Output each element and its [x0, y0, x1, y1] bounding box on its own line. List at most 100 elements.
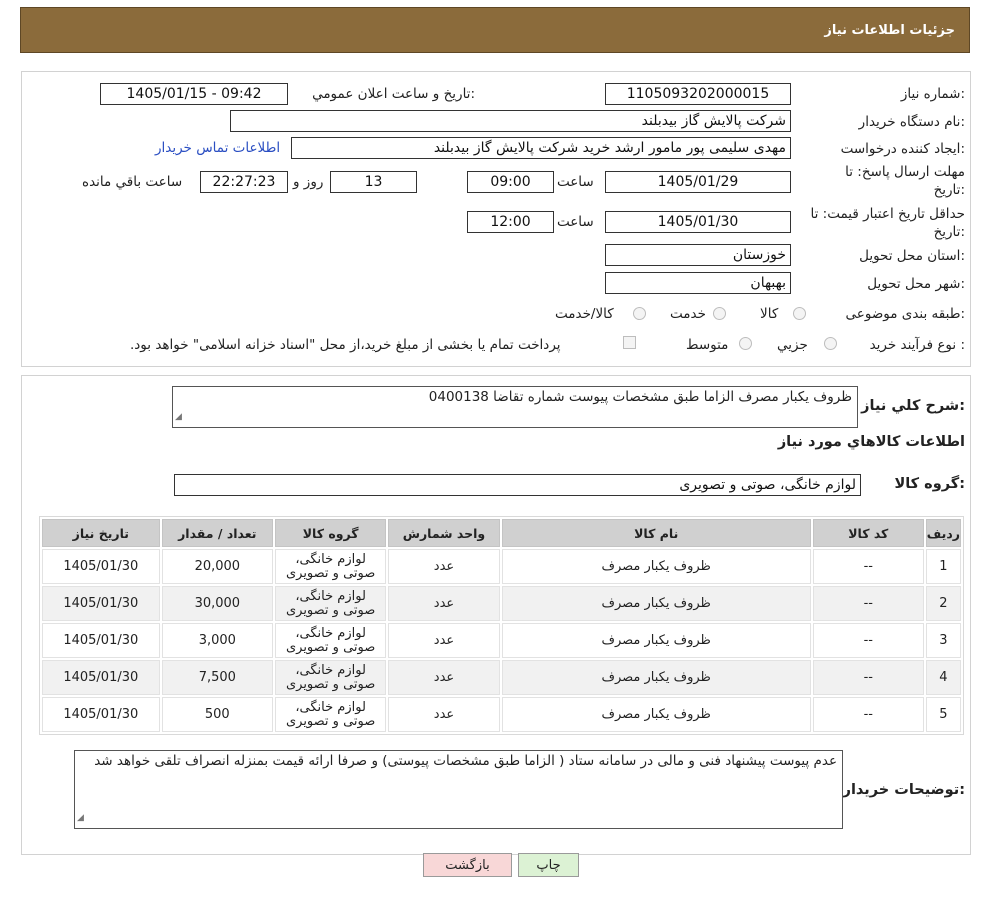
category-goods-service-radio[interactable] [633, 307, 646, 320]
cell-group: لوازم خانگی، صوتی و تصویری [274, 623, 387, 658]
cell-need-date: 1405/01/30 [42, 586, 160, 621]
need-number-label: شماره نیاز: [900, 86, 965, 102]
cell-code: -- [812, 697, 924, 732]
buyer-notes-label: توضیحات خریدار: [842, 782, 965, 798]
deadline-label-2: تاریخ: [933, 182, 965, 198]
process-minor-label: جزیي [777, 337, 808, 353]
cell-group: لوازم خانگی، صوتی و تصویری [274, 697, 387, 732]
buyer-org-label: نام دستگاه خریدار: [858, 114, 965, 130]
process-minor-radio[interactable] [824, 337, 837, 350]
buyer-notes-textarea: عدم پیوست پیشنهاد فنی و مالی در سامانه س… [74, 750, 843, 829]
validity-date-field: 1405/01/30 [605, 211, 791, 233]
process-label: نوع فرآیند خرید : [869, 337, 965, 353]
category-label: طبقه بندی موضوعی: [845, 306, 965, 322]
cell-group: لوازم خانگی، صوتی و تصویری [274, 586, 387, 621]
deadline-time-field: 09:00 [467, 171, 554, 193]
cell-quantity: 30,000 [161, 586, 273, 621]
cell-quantity: 500 [161, 697, 273, 732]
validity-label-2: تاریخ: [933, 224, 965, 240]
table-row: 4 -- ظروف یکبار مصرف عدد لوازم خانگی، صوت… [42, 660, 961, 695]
cell-group-line2: صوتی و تصویری [285, 639, 376, 655]
deadline-label: مهلت ارسال پاسخ: تا [845, 164, 965, 180]
cell-group-line1: لوازم خانگی، [295, 588, 366, 604]
col-header-group: گروه کالا [274, 519, 387, 547]
announce-date-label: تاریخ و ساعت اعلان عمومي: [312, 86, 475, 102]
cell-need-date: 1405/01/30 [42, 623, 160, 658]
announce-date-field: 1405/01/15 - 09:42 [100, 83, 288, 105]
days-and-label: روز و [293, 174, 324, 190]
cell-unit: عدد [388, 586, 500, 621]
category-service-radio[interactable] [713, 307, 726, 320]
cell-group-line2: صوتی و تصویری [285, 565, 376, 581]
cell-group: لوازم خانگی، صوتی و تصویری [274, 660, 387, 695]
treasury-checkbox[interactable] [623, 336, 636, 349]
cell-name: ظروف یکبار مصرف [501, 586, 811, 621]
cell-name: ظروف یکبار مصرف [501, 623, 811, 658]
summary-text: ظروف یکبار مصرف الزاما طبق مشخصات پیوست … [428, 389, 852, 405]
cell-need-date: 1405/01/30 [42, 660, 160, 695]
category-goods-label: کالا [760, 306, 779, 322]
cell-code: -- [812, 586, 924, 621]
category-goods-service-label: کالا/خدمت [555, 306, 614, 322]
items-heading: اطلاعات کالاهاي مورد نیاز [777, 434, 965, 450]
back-button-label: بازگشت [445, 857, 490, 873]
page-title: جزئیات اطلاعات نیاز [824, 22, 955, 38]
city-label: شهر محل تحویل: [867, 276, 965, 292]
col-header-name: نام کالا [501, 519, 811, 547]
cell-quantity: 7,500 [161, 660, 273, 695]
resize-grip-icon: ◢ [77, 813, 84, 823]
cell-need-date: 1405/01/30 [42, 549, 160, 584]
cell-group-line1: لوازم خانگی، [295, 662, 366, 678]
cell-unit: عدد [388, 549, 500, 584]
creator-field: مهدی سلیمی پور مامور ارشد خرید شرکت پالا… [291, 137, 791, 159]
province-label: استان محل تحویل: [859, 248, 965, 264]
cell-group-line1: لوازم خانگی، [295, 625, 366, 641]
creator-label: ایجاد کننده درخواست: [840, 141, 965, 157]
cell-group: لوازم خانگی، صوتی و تصویری [274, 549, 387, 584]
cell-group-line2: صوتی و تصویری [285, 602, 376, 618]
resize-grip-icon: ◢ [175, 412, 182, 422]
cell-quantity: 3,000 [161, 623, 273, 658]
col-header-unit: واحد شمارش [388, 519, 500, 547]
cell-unit: عدد [388, 660, 500, 695]
cell-name: ظروف یکبار مصرف [501, 549, 811, 584]
cell-group-line2: صوتی و تصویری [285, 713, 376, 729]
cell-name: ظروف یکبار مصرف [501, 697, 811, 732]
cell-row-number: 4 [925, 660, 961, 695]
remaining-label: ساعت باقي مانده [82, 174, 183, 190]
buyer-org-field: شرکت پالایش گاز بیدبلند [230, 110, 791, 132]
buyer-contact-link[interactable]: اطلاعات تماس خریدار [155, 140, 280, 156]
deadline-date-field: 1405/01/29 [605, 171, 791, 193]
summary-label: شرح کلي نیاز: [861, 398, 965, 414]
cell-code: -- [812, 660, 924, 695]
cell-name: ظروف یکبار مصرف [501, 660, 811, 695]
deadline-time-label: ساعت [557, 174, 594, 190]
back-button[interactable]: بازگشت [423, 853, 512, 877]
payment-note: پرداخت تمام یا بخشی از مبلغ خرید،از محل … [130, 337, 561, 353]
goods-group-label: گروه کالا: [894, 476, 965, 492]
table-row: 2 -- ظروف یکبار مصرف عدد لوازم خانگی، صوت… [42, 586, 961, 621]
goods-group-field: لوازم خانگی، صوتی و تصویری [174, 474, 861, 496]
remaining-time-field: 22:27:23 [200, 171, 288, 193]
validity-time-label: ساعت [557, 214, 594, 230]
col-header-quantity: تعداد / مقدار [161, 519, 273, 547]
process-medium-radio[interactable] [739, 337, 752, 350]
need-number-field: 1105093202000015 [605, 83, 791, 105]
print-button[interactable]: چاپ [518, 853, 579, 877]
cell-row-number: 1 [925, 549, 961, 584]
col-header-row-number: ردیف [925, 519, 961, 547]
cell-code: -- [812, 549, 924, 584]
buyer-notes-text: عدم پیوست پیشنهاد فنی و مالی در سامانه س… [94, 753, 837, 769]
cell-group-line2: صوتی و تصویری [285, 676, 376, 692]
city-field: بهبهان [605, 272, 791, 294]
print-button-label: چاپ [536, 857, 561, 873]
remaining-days-field: 13 [330, 171, 417, 193]
col-header-code: کد کالا [812, 519, 924, 547]
cell-quantity: 20,000 [161, 549, 273, 584]
cell-unit: عدد [388, 623, 500, 658]
cell-group-line1: لوازم خانگی، [295, 699, 366, 715]
category-goods-radio[interactable] [793, 307, 806, 320]
table-header-row: ردیف کد کالا نام کالا واحد شمارش گروه کا… [42, 519, 961, 547]
cell-code: -- [812, 623, 924, 658]
cell-row-number: 3 [925, 623, 961, 658]
